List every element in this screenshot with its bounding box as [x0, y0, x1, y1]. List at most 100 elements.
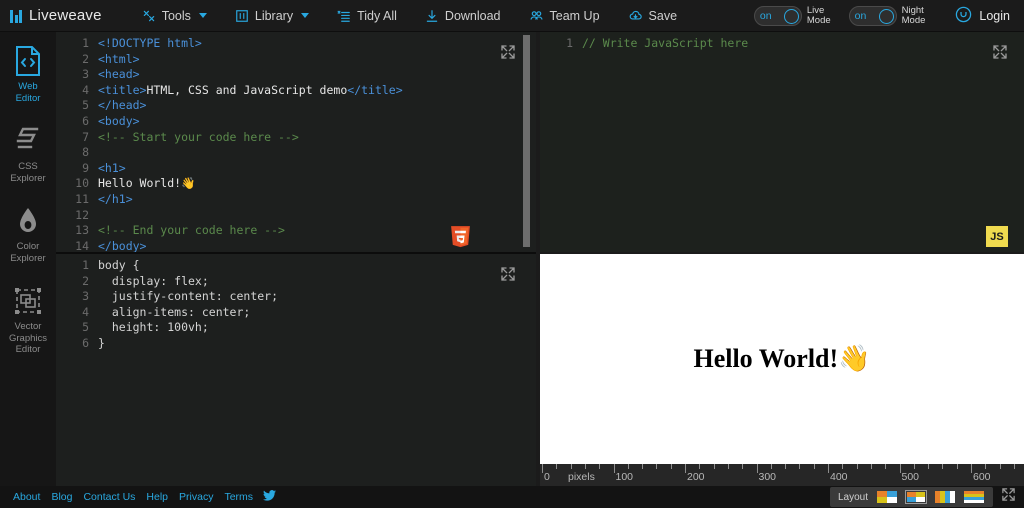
toggle-state-text: on: [759, 10, 772, 22]
menu-item-tools[interactable]: Tools: [128, 0, 221, 32]
code-text: <!-- Start your code here -->: [98, 129, 299, 144]
code-line: 3 <head>: [56, 67, 536, 83]
ruler-minor-tick: [813, 464, 815, 469]
html5-icon[interactable]: [448, 224, 473, 249]
code-line: 1 <!DOCTYPE html>: [56, 36, 536, 52]
footer-link-help[interactable]: Help: [146, 491, 168, 503]
line-number: 14: [75, 238, 89, 252]
code-text: Hello World!👋: [98, 176, 196, 191]
toggle-knob: [783, 8, 799, 24]
code-text: body {: [98, 258, 140, 272]
ruler-unit-label: pixels: [568, 471, 595, 483]
layout-switcher: Layout: [829, 487, 993, 507]
code-text: display: flex;: [98, 273, 209, 288]
expand-arrows-icon[interactable]: [500, 44, 516, 65]
chevron-down-icon: [198, 13, 207, 18]
code-text: <title>HTML, CSS and JavaScript demo</ti…: [98, 82, 403, 97]
code-line: 1 body {: [56, 258, 536, 274]
ruler-tick-label: 600: [973, 471, 991, 483]
ruler-minor-tick: [885, 464, 887, 469]
menu-item-library[interactable]: Library: [221, 0, 323, 32]
line-number: 3: [82, 67, 89, 82]
cloud-save-icon: [628, 9, 643, 23]
footer-link-blog[interactable]: Blog: [51, 491, 72, 503]
code-text: }: [98, 335, 105, 350]
code-text: <h1>: [98, 160, 126, 175]
footer-link-about[interactable]: About: [13, 491, 40, 503]
twitter-bird-icon[interactable]: [263, 488, 277, 506]
code-line: 5 </head>: [56, 98, 536, 114]
live-mode-toggle[interactable]: on: [753, 6, 802, 26]
tools-icon: [142, 9, 156, 23]
chevron-down-icon: [301, 13, 310, 18]
expand-arrows-icon[interactable]: [500, 266, 516, 287]
ruler-minor-tick: [713, 464, 715, 469]
sidebar-label: Web Editor: [15, 81, 41, 104]
line-number: 6: [82, 113, 89, 128]
ruler-minor-tick: [956, 464, 958, 469]
js-code-area[interactable]: 1 // Write JavaScript here: [540, 32, 1024, 252]
ruler-minor-tick: [870, 464, 872, 469]
toggle-knob: [878, 8, 894, 24]
line-number: 13: [75, 223, 89, 238]
footer-link-privacy[interactable]: Privacy: [179, 491, 213, 503]
line-number: 4: [82, 82, 89, 97]
vector-graphics-icon: [14, 284, 42, 318]
line-number: 3: [82, 289, 89, 304]
sidebar-item-vector-graphics-editor[interactable]: Vector Graphics Editor: [0, 284, 56, 356]
color-droplet-icon: [17, 204, 39, 238]
menu-label: Tidy All: [357, 8, 397, 23]
line-number: 2: [82, 51, 89, 66]
ruler-major-tick: [542, 464, 543, 473]
footer-link-contact-us[interactable]: Contact Us: [83, 491, 135, 503]
code-line: 5 height: 100vh;: [56, 320, 536, 336]
live-mode-group: on Live Mode: [753, 5, 843, 27]
layout-option-grid-right[interactable]: [905, 490, 927, 504]
sidebar-item-web-editor[interactable]: Web Editor: [0, 44, 56, 104]
line-number: 2: [82, 273, 89, 288]
login-button[interactable]: Login: [955, 6, 1010, 26]
night-mode-group: on Night Mode: [848, 4, 938, 27]
code-line: 3 justify-content: center;: [56, 289, 536, 305]
ruler-ticks: [540, 464, 1024, 473]
web-editor-code-file-icon: [14, 44, 42, 78]
brand[interactable]: Liveweave: [10, 7, 102, 24]
layout-option-rows[interactable]: [963, 490, 985, 504]
ruler-minor-tick: [942, 464, 944, 469]
html-editor-scrollbar[interactable]: [523, 35, 530, 247]
menu-label: Library: [254, 8, 294, 23]
ruler-minor-tick: [627, 464, 629, 469]
footer-bar: About Blog Contact Us Help Privacy Terms Layo…: [0, 486, 1024, 508]
ruler-minor-tick: [770, 464, 772, 469]
menu-item-tidy-all[interactable]: Tidy All: [323, 0, 411, 32]
css-editor-pane[interactable]: 1 body {2 display: flex; 3 justify-content…: [56, 254, 536, 486]
layout-option-grid-left[interactable]: [876, 490, 898, 504]
night-mode-toggle[interactable]: on: [848, 6, 897, 26]
menu-item-download[interactable]: Download: [411, 0, 515, 32]
ruler-minor-tick: [928, 464, 930, 469]
bar-logo-icon: [10, 8, 22, 23]
code-line: 9 <h1>: [56, 161, 536, 177]
preview-ruler: 0 100 200 300 400 500 600 pixels: [540, 464, 1024, 486]
line-number: 10: [75, 176, 89, 191]
expand-arrows-icon[interactable]: [992, 44, 1008, 65]
ruler-minor-tick: [913, 464, 915, 469]
css-code-area[interactable]: 1 body {2 display: flex; 3 justify-content…: [56, 254, 536, 486]
html-editor-pane[interactable]: 1 <!DOCTYPE html> 2 <html> 3 <head> 4 <title>HT…: [56, 32, 536, 252]
menu-item-team-up[interactable]: Team Up: [515, 0, 614, 32]
js-editor-pane[interactable]: 1 // Write JavaScript here: [540, 32, 1024, 252]
html-code-area[interactable]: 1 <!DOCTYPE html> 2 <html> 3 <head> 4 <title>HT…: [56, 32, 536, 252]
sidebar-item-color-explorer[interactable]: Color Explorer: [0, 204, 56, 264]
code-text: <!-- End your code here -->: [98, 223, 285, 238]
footer-link-terms[interactable]: Terms: [224, 491, 253, 503]
javascript-icon[interactable]: JS: [986, 226, 1008, 247]
night-mode-label: Night Mode: [901, 4, 926, 26]
layout-option-columns[interactable]: [934, 490, 956, 504]
menu-item-save[interactable]: Save: [614, 0, 692, 32]
ruler-tick-label: 100: [615, 471, 634, 483]
sidebar-item-css-explorer[interactable]: CSS Explorer: [0, 124, 56, 184]
main-menu: Tools Library Tidy All Download Team Up …: [128, 0, 691, 32]
ruler-tick-label: 200: [687, 471, 705, 483]
expand-arrows-icon[interactable]: [1001, 487, 1016, 507]
css3-icon: [15, 124, 41, 158]
